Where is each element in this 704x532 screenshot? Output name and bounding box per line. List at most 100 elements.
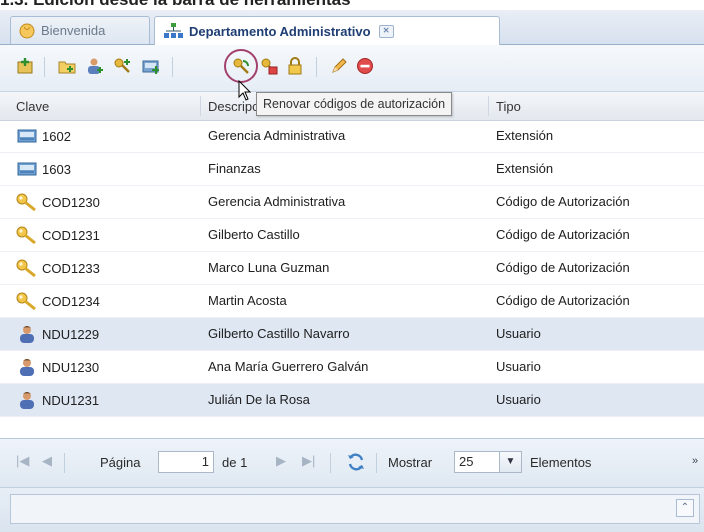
cell-descripcion: Finanzas: [208, 161, 261, 176]
page-count-label: de 1: [222, 455, 248, 470]
page-size-select[interactable]: 25: [454, 451, 500, 473]
lock-icon[interactable]: [284, 55, 306, 77]
key-icon: [16, 192, 38, 212]
cell-descripcion: Julián De la Rosa: [208, 392, 310, 407]
prev-page-icon[interactable]: ◀: [42, 453, 52, 469]
table-row[interactable]: COD1234 Martin Acosta Código de Autorizaci…: [0, 285, 704, 318]
page-heading-strip: 1.3. Edición desde la barra de herramien…: [0, 0, 704, 10]
tab-bar: Bienvenida Departamento Administrativo ✕: [0, 10, 704, 45]
tooltip: Renovar códigos de autorización: [256, 92, 453, 116]
lock-keys-icon[interactable]: [258, 55, 280, 77]
add-extension-icon[interactable]: [140, 55, 162, 77]
cell-tipo: Código de Autorización: [496, 293, 630, 308]
tab-departamento-administrativo[interactable]: Departamento Administrativo ✕: [154, 16, 500, 45]
pager-separator: [376, 453, 377, 473]
user-icon: [16, 390, 38, 410]
add-icon[interactable]: [14, 55, 36, 77]
collapse-icon[interactable]: ⌃: [676, 499, 694, 517]
clave-text: NDU1229: [42, 326, 100, 342]
extension-icon: [16, 126, 38, 146]
column-separator[interactable]: [488, 96, 489, 116]
table-row[interactable]: NDU1230 Ana María Guerrero Galván Usuario: [0, 351, 704, 384]
cell-descripcion: Ana María Guerrero Galván: [208, 359, 369, 374]
column-separator[interactable]: [200, 96, 201, 116]
clave-text: COD1234: [42, 293, 100, 309]
toolbar-separator: [316, 57, 317, 77]
cell-tipo: Usuario: [496, 392, 541, 407]
cell-clave: COD1234: [16, 290, 100, 312]
page-heading: 1.3. Edición desde la barra de herramien…: [0, 0, 351, 10]
next-page-icon[interactable]: ▶: [276, 453, 286, 469]
cell-clave: 1602: [16, 125, 71, 147]
cell-descripcion: Gerencia Administrativa: [208, 194, 346, 209]
mouse-cursor-icon: [238, 79, 252, 105]
cell-tipo: Código de Autorización: [496, 227, 630, 242]
toolbar-separator: [44, 57, 45, 77]
pager-separator: [64, 453, 65, 473]
items-label: Elementos: [530, 455, 592, 470]
chevron-down-icon[interactable]: ▼: [500, 451, 522, 473]
overflow-icon[interactable]: »: [692, 455, 698, 467]
add-keys-icon[interactable]: [112, 55, 134, 77]
cell-descripcion: Marco Luna Guzman: [208, 260, 330, 275]
cell-clave: COD1231: [16, 224, 100, 246]
cell-descripcion: Gilberto Castillo: [208, 227, 300, 242]
cell-clave: COD1230: [16, 191, 100, 213]
cell-clave: NDU1231: [16, 389, 99, 411]
extension-icon: [16, 159, 38, 179]
clave-text: 1603: [42, 161, 71, 177]
new-folder-icon[interactable]: [56, 55, 78, 77]
user-icon: [16, 324, 38, 344]
pagination-bar: |◀ ◀ Página 1 de 1 ▶ ▶| Mostrar 25 ▼ Ele…: [0, 438, 704, 487]
edit-pencil-icon[interactable]: [328, 55, 350, 77]
column-header-tipo[interactable]: Tipo: [496, 99, 521, 114]
table-row[interactable]: 1603 Finanzas Extensión: [0, 153, 704, 186]
cell-clave: NDU1229: [16, 323, 99, 345]
clave-text: COD1231: [42, 227, 100, 243]
cell-descripcion: Gilberto Castillo Navarro: [208, 326, 350, 341]
tab-label: Departamento Administrativo: [189, 23, 371, 39]
table-row[interactable]: NDU1229 Gilberto Castillo Navarro Usuario: [0, 318, 704, 351]
cell-clave: 1603: [16, 158, 71, 180]
cell-descripcion: Gerencia Administrativa: [208, 128, 346, 143]
toolbar-separator: [172, 57, 173, 77]
pager-separator: [330, 453, 331, 473]
cell-clave: COD1233: [16, 257, 100, 279]
cell-tipo: Código de Autorización: [496, 194, 630, 209]
key-icon: [16, 291, 38, 311]
clave-text: 1602: [42, 128, 71, 144]
refresh-icon[interactable]: [346, 452, 366, 475]
org-chart-icon: [163, 23, 183, 39]
data-grid: Clave Descripción Tipo 1602 Gerencia Admi…: [0, 92, 704, 438]
status-bar: ⌃: [0, 487, 704, 532]
show-label: Mostrar: [388, 455, 433, 470]
user-icon: [16, 357, 38, 377]
cell-tipo: Código de Autorización: [496, 260, 630, 275]
first-page-icon[interactable]: |◀: [16, 453, 29, 469]
page-label: Página: [100, 455, 141, 470]
tab-label: Bienvenida: [41, 23, 106, 38]
renew-keys-icon[interactable]: [230, 55, 252, 77]
table-row[interactable]: COD1233 Marco Luna Guzman Código de Autori…: [0, 252, 704, 285]
table-row[interactable]: NDU1231 Julián De la Rosa Usuario: [0, 384, 704, 417]
cell-tipo: Extensión: [496, 128, 554, 143]
tab-bienvenida[interactable]: Bienvenida: [10, 16, 150, 44]
table-row[interactable]: COD1231 Gilberto Castillo Código de Autori…: [0, 219, 704, 252]
page-number-input[interactable]: 1: [158, 451, 214, 473]
last-page-icon[interactable]: ▶|: [302, 453, 315, 469]
clave-text: NDU1231: [42, 392, 100, 408]
clave-text: NDU1230: [42, 359, 100, 375]
close-icon[interactable]: ✕: [378, 24, 394, 38]
key-icon: [16, 258, 38, 278]
column-header-clave[interactable]: Clave: [16, 99, 49, 114]
table-row[interactable]: 1602 Gerencia Administrativa Extensión: [0, 120, 704, 153]
toolbar: [0, 45, 704, 92]
status-panel: [10, 494, 700, 524]
cell-descripcion: Martin Acosta: [208, 293, 287, 308]
table-row[interactable]: COD1230 Gerencia Administrativa Código de …: [0, 186, 704, 219]
delete-icon[interactable]: [354, 55, 376, 77]
clave-text: COD1230: [42, 194, 100, 210]
add-user-icon[interactable]: [84, 55, 106, 77]
cell-tipo: Usuario: [496, 326, 541, 341]
clave-text: COD1233: [42, 260, 100, 276]
